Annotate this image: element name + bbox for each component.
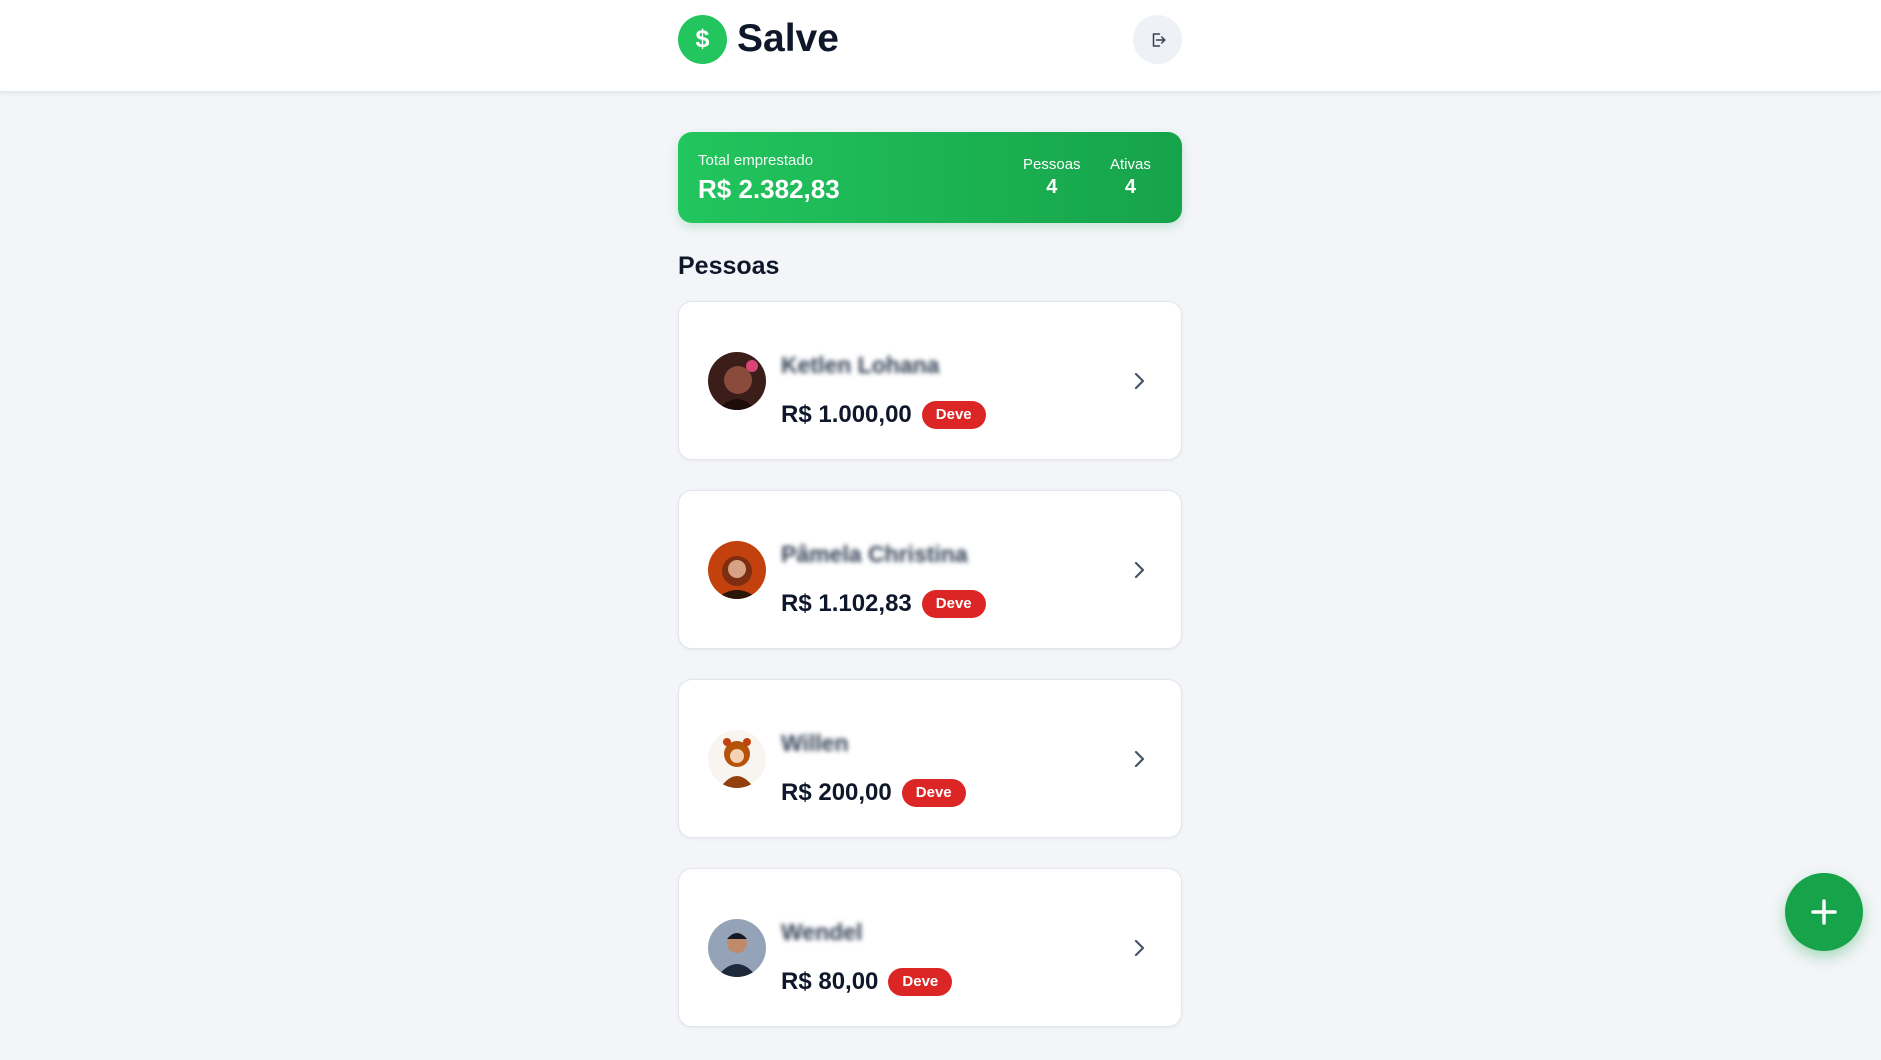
person-name: Ketlen Lohana xyxy=(781,352,940,378)
chevron-right-icon xyxy=(1134,750,1145,768)
person-card[interactable]: Pâmela Christina R$ 1.102,83 Deve xyxy=(678,490,1182,649)
stat-active: Ativas 4 xyxy=(1110,156,1151,199)
person-amount: R$ 80,00 xyxy=(781,968,879,995)
person-amount-row: R$ 1.000,00 Deve xyxy=(781,401,986,429)
status-badge: Deve xyxy=(901,779,966,807)
section-title: Pessoas xyxy=(678,252,780,280)
avatar xyxy=(708,352,766,410)
summary-card: Total emprestado R$ 2.382,83 Pessoas 4 A… xyxy=(678,132,1182,223)
person-amount-row: R$ 200,00 Deve xyxy=(781,779,966,807)
app-title: Salve xyxy=(737,17,839,60)
status-badge: Deve xyxy=(888,968,953,996)
logout-icon xyxy=(1152,32,1165,47)
avatar xyxy=(708,919,766,977)
person-amount: R$ 1.102,83 xyxy=(781,590,912,617)
status-badge: Deve xyxy=(921,401,986,429)
chevron-right-icon xyxy=(1134,372,1145,390)
stat-people-label: Pessoas xyxy=(1023,156,1081,173)
person-card[interactable]: Ketlen Lohana R$ 1.000,00 Deve xyxy=(678,301,1182,460)
person-amount-row: R$ 80,00 Deve xyxy=(781,968,953,996)
stat-people: Pessoas 4 xyxy=(1023,156,1081,199)
person-card[interactable]: Willen R$ 200,00 Deve xyxy=(678,679,1182,838)
logout-button[interactable] xyxy=(1133,15,1182,64)
status-badge: Deve xyxy=(921,590,986,618)
person-amount-row: R$ 1.102,83 Deve xyxy=(781,590,986,618)
top-bar: $ Salve xyxy=(0,0,1881,92)
plus-icon xyxy=(1811,899,1837,925)
person-card[interactable]: Wendel R$ 80,00 Deve xyxy=(678,868,1182,1027)
person-amount: R$ 200,00 xyxy=(781,779,892,806)
person-name: Willen xyxy=(781,730,849,756)
person-name: Pâmela Christina xyxy=(781,541,968,567)
dollar-logo-icon: $ xyxy=(678,15,727,64)
person-amount: R$ 1.000,00 xyxy=(781,401,912,428)
chevron-right-icon xyxy=(1134,939,1145,957)
stat-people-value: 4 xyxy=(1046,176,1058,198)
total-label: Total emprestado xyxy=(698,152,814,169)
chevron-right-icon xyxy=(1134,561,1145,579)
stat-active-label: Ativas xyxy=(1110,156,1151,173)
avatar xyxy=(708,730,766,788)
add-person-button[interactable] xyxy=(1785,873,1863,951)
stat-active-value: 4 xyxy=(1124,176,1136,198)
avatar xyxy=(708,541,766,599)
person-name: Wendel xyxy=(781,919,863,945)
total-value: R$ 2.382,83 xyxy=(698,174,840,204)
